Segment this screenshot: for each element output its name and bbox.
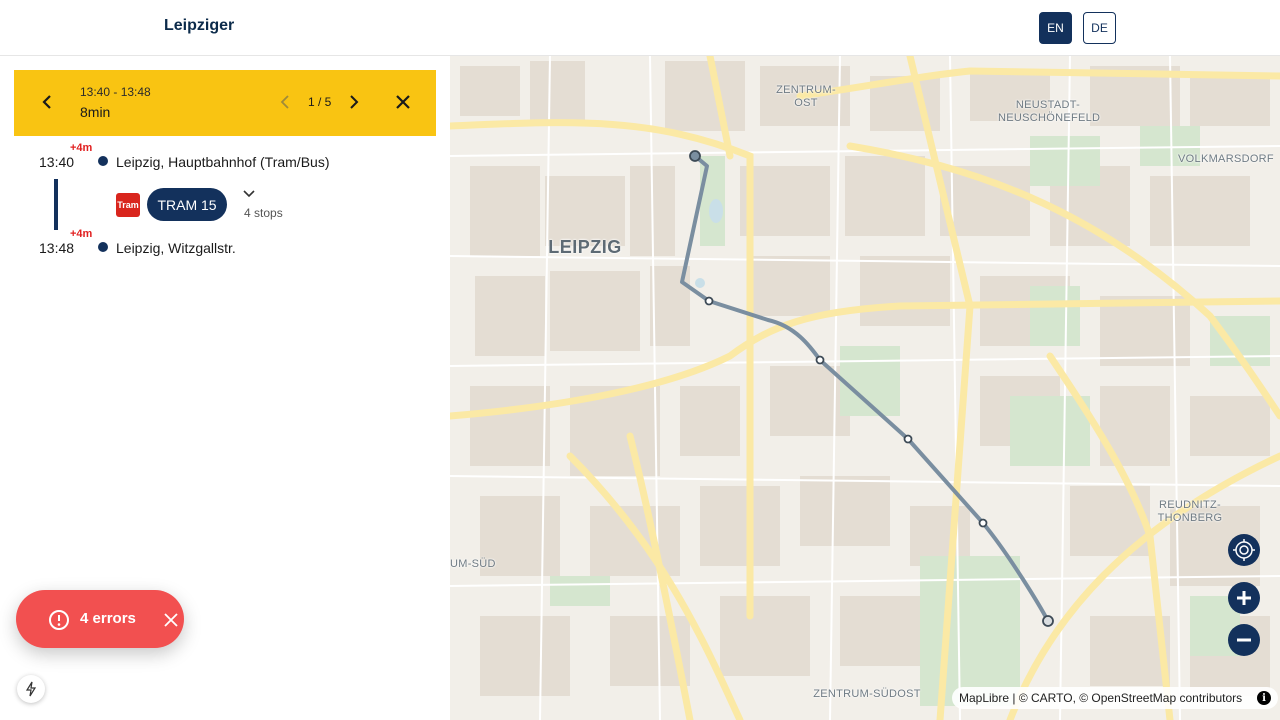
departure-stop-dot: [98, 156, 108, 166]
intermediate-stops-count[interactable]: 4 stops: [244, 206, 283, 220]
trip-duration: 8min: [80, 104, 111, 120]
trip-summary-bar: 13:40 - 13:48 8min 1 / 5: [14, 70, 436, 136]
trip-time-range: 13:40 - 13:48: [80, 85, 151, 99]
chevron-left-icon: [280, 95, 289, 109]
map-label-volkmarsdorf: VOLKMARSDORF: [1178, 153, 1274, 165]
back-button[interactable]: [36, 91, 58, 113]
error-count-text: 4 errors: [80, 610, 136, 627]
info-icon[interactable]: i: [1257, 691, 1271, 705]
lightning-icon: [25, 681, 37, 697]
app-root: Leipziger EN DE 13:40 - 13:48 8min 1 / 5…: [0, 0, 1280, 720]
attribution-contributors: contributors: [1179, 691, 1243, 705]
next-trip-button[interactable]: [344, 91, 364, 113]
lang-en-button[interactable]: EN: [1039, 12, 1072, 44]
app-title: Leipziger: [164, 17, 235, 34]
tram-line-badge[interactable]: TRAM 15: [147, 188, 227, 221]
attribution-carto-link[interactable]: © CARTO: [1019, 691, 1073, 705]
departure-time: 13:40: [39, 154, 75, 170]
leg-line: [54, 179, 58, 230]
map-view[interactable]: ZENTRUM-OST NEUSTADT- NEUSCHÖNEFELD VOLK…: [450, 56, 1280, 720]
map-canvas[interactable]: [450, 56, 1280, 720]
map-label-neustadt: NEUSTADT- NEUSCHÖNEFELD: [998, 99, 1101, 124]
attribution-separator: |: [1009, 691, 1019, 705]
locate-button[interactable]: [1228, 534, 1260, 566]
map-label-leipzig: LEIPZIG: [548, 237, 622, 257]
error-toast[interactable]: 4 errors: [16, 590, 184, 648]
close-icon[interactable]: [162, 611, 180, 629]
arrival-stop-name[interactable]: Leipzig, Witzgallstr.: [116, 240, 236, 256]
arrival-delay: +4m: [70, 228, 93, 240]
minus-icon: [1237, 638, 1251, 642]
attribution-comma: ,: [1072, 691, 1080, 705]
zoom-out-button[interactable]: [1228, 624, 1260, 656]
close-trip-button[interactable]: [392, 91, 414, 113]
chevron-down-icon: [243, 190, 255, 198]
expand-stops-button[interactable]: [242, 188, 256, 200]
arrival-stop-dot: [98, 242, 108, 252]
previous-trip-button[interactable]: [275, 91, 295, 113]
trip-page-indicator: 1 / 5: [308, 95, 332, 109]
chevron-left-icon: [42, 95, 51, 109]
lang-de-button[interactable]: DE: [1083, 12, 1116, 44]
chevron-right-icon: [350, 95, 359, 109]
map-label-zentrum-sued: UM-SÜD: [450, 558, 496, 570]
tram-mode-icon: Tram: [116, 193, 140, 217]
devtools-button[interactable]: [17, 675, 45, 703]
close-icon: [396, 95, 410, 109]
arrival-time: 13:48: [39, 240, 75, 256]
zoom-in-button[interactable]: [1228, 582, 1260, 614]
departure-stop-name[interactable]: Leipzig, Hauptbahnhof (Tram/Bus): [116, 154, 329, 170]
locate-icon: [1233, 539, 1255, 561]
map-attribution: MapLibre | © CARTO , © OpenStreetMap con…: [952, 687, 1278, 709]
attribution-osm-link[interactable]: © OpenStreetMap: [1079, 691, 1176, 705]
map-label-reudnitz: REUDNITZ- THONBERG: [1157, 499, 1223, 524]
departure-delay: +4m: [70, 142, 93, 154]
attribution-maplibre-link[interactable]: MapLibre: [959, 691, 1009, 705]
map-label-zentrum-suedost: ZENTRUM-SÜDOST: [813, 688, 921, 700]
alert-circle-icon: [49, 610, 69, 630]
top-header: Leipziger EN DE: [0, 0, 1280, 56]
plus-icon: [1237, 591, 1251, 605]
map-label-zentrum-ost: ZENTRUM-OST: [776, 84, 836, 109]
